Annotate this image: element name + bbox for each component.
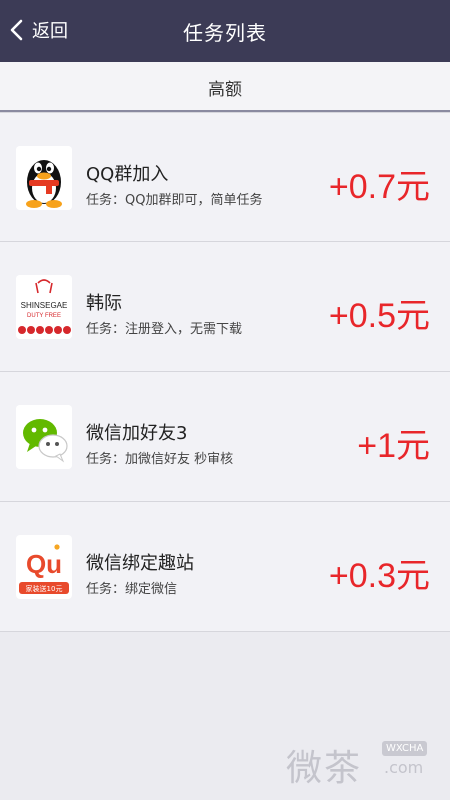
watermark-dotcom: .com [384,758,424,777]
shinsegae-top-text: SHINSEGAE [21,301,68,310]
wechat-icon [16,405,72,469]
page-title: 任务列表 [183,21,267,45]
task-reward: +0.3元 [328,557,430,595]
task-reward: +1元 [357,427,430,465]
task-description: 任务：绑定微信 [86,582,178,597]
watermark: 微茶 WXCHA .com [286,735,446,789]
task-row[interactable]: QQ群加入 任务：QQ加群即可，简单任务 +0.7元 [0,112,450,242]
task-description: 任务：QQ加群即可，简单任务 [86,193,263,208]
shinsegae-bottom-text: DUTY FREE [27,313,61,319]
qu-badge-text: 家装送10元 [26,584,63,593]
qq-penguin-icon [16,146,72,210]
task-row[interactable]: Qu 家装送10元 微信绑定趣站 任务：绑定微信 +0.3元 [0,502,450,632]
qu-logo-text: Qu [26,549,62,579]
task-name: QQ群加入 [86,164,169,185]
watermark-en: WXCHA [382,741,428,756]
watermark-cn: 微茶 [286,748,363,789]
tab-high-amount[interactable]: 高额 [0,75,450,100]
task-name: 微信加好友3 [86,423,188,444]
task-description: 任务：加微信好友 秒审核 [86,452,234,467]
task-row[interactable]: SHINSEGAE DUTY FREE 韩际 任务：注册登入，无需下载 +0.5… [0,242,450,372]
task-reward: +0.5元 [328,297,430,335]
task-row[interactable]: 微信加好友3 任务：加微信好友 秒审核 +1元 [0,372,450,502]
qu-app-icon: Qu 家装送10元 [16,535,72,599]
shinsegae-duty-free-icon: SHINSEGAE DUTY FREE [16,275,72,339]
task-description: 任务：注册登入，无需下载 [86,322,243,337]
task-name: 微信绑定趣站 [86,553,194,574]
task-list: QQ群加入 任务：QQ加群即可，简单任务 +0.7元 SHINSEGAE DUT… [0,112,450,632]
top-bar: 返回 任务列表 [0,0,450,62]
task-reward: +0.7元 [328,168,430,206]
task-name: 韩际 [86,293,122,314]
tab-bar: 高额 [0,62,450,112]
